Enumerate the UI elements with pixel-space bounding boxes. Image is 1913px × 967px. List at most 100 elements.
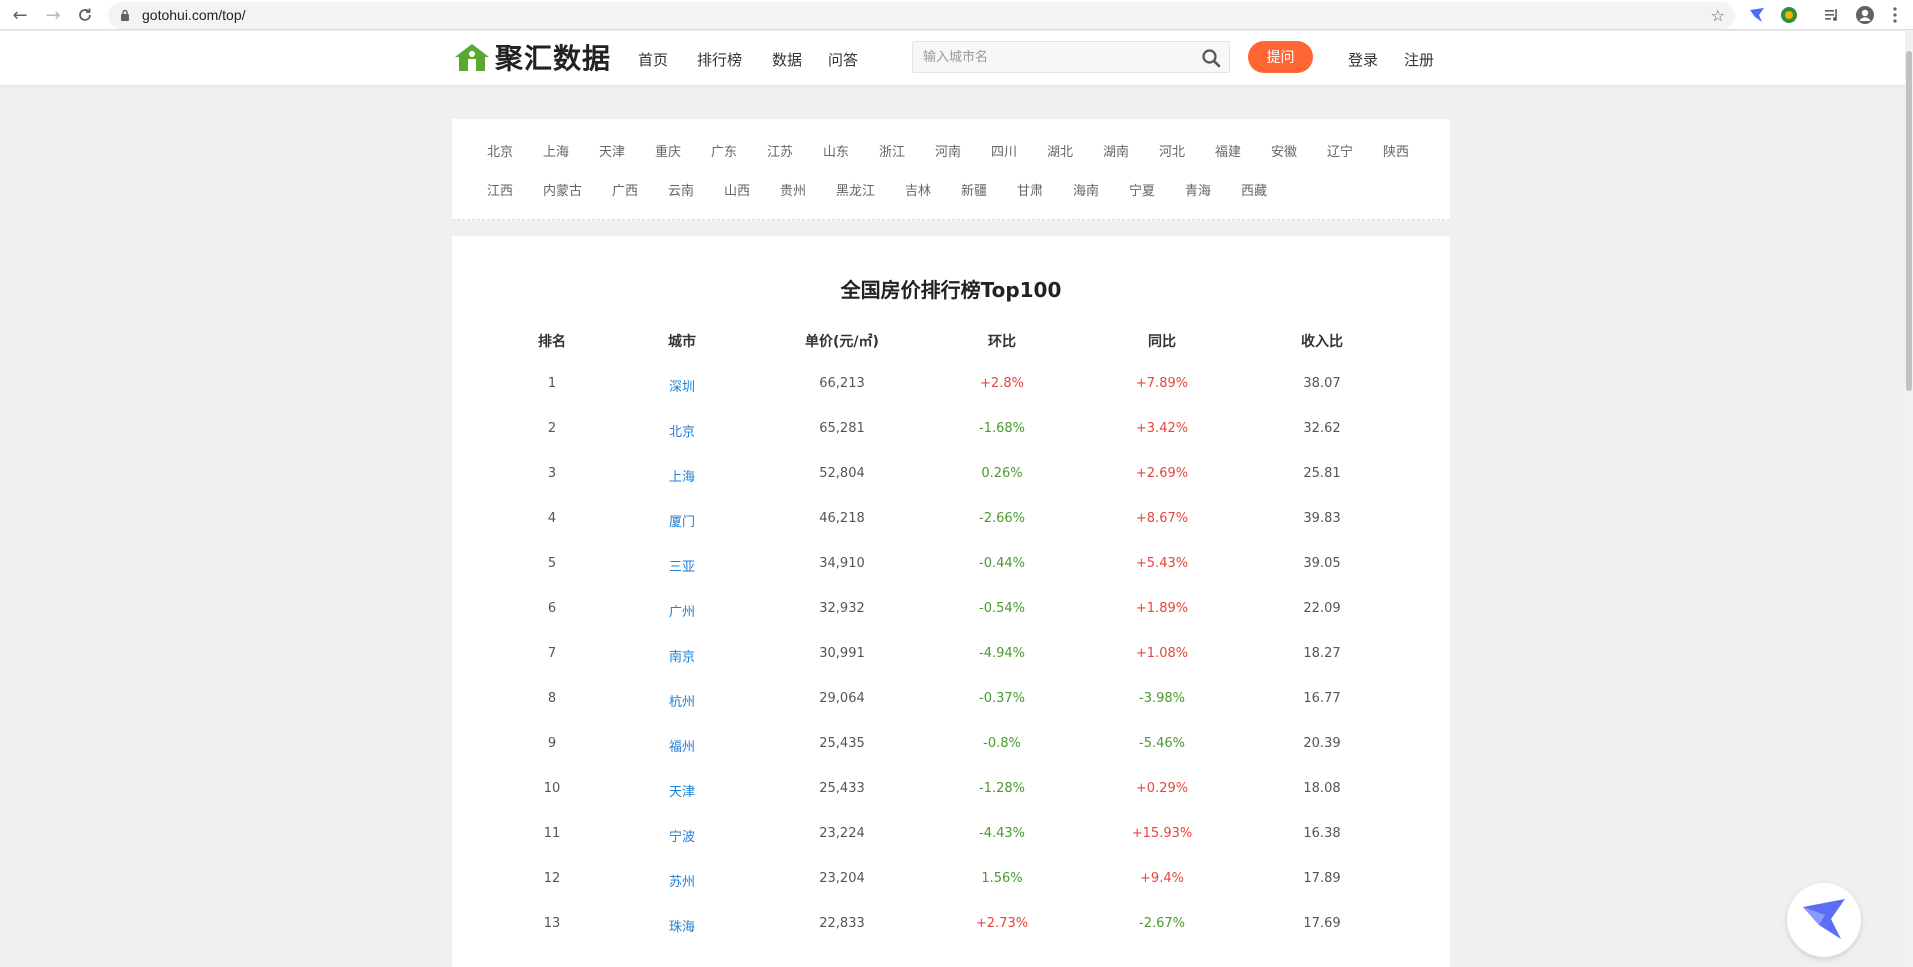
city-link[interactable]: 南京 <box>669 646 695 665</box>
floating-assistant-button[interactable] <box>1787 883 1861 957</box>
province-link[interactable]: 重庆 <box>655 141 681 160</box>
province-link[interactable]: 江苏 <box>767 141 793 160</box>
address-bar[interactable]: gotohui.com/top/ ☆ <box>108 2 1735 29</box>
login-link[interactable]: 登录 <box>1348 49 1378 70</box>
province-link[interactable]: 云南 <box>668 180 694 199</box>
province-link[interactable]: 海南 <box>1073 180 1099 199</box>
profile-avatar-icon[interactable] <box>1855 5 1875 25</box>
yoy-cell: +1.08% <box>1135 646 1189 661</box>
ask-question-button[interactable]: 提问 <box>1248 41 1313 73</box>
browser-menu-icon[interactable] <box>1885 5 1905 25</box>
province-link[interactable]: 安徽 <box>1271 141 1297 160</box>
mom-cell: -4.43% <box>979 826 1025 841</box>
nav-rankings[interactable]: 排行榜 <box>697 49 742 70</box>
mom-cell: -1.28% <box>979 781 1025 796</box>
media-queue-icon[interactable] <box>1822 5 1842 25</box>
province-link[interactable]: 黑龙江 <box>836 180 875 199</box>
province-link[interactable]: 广西 <box>612 180 638 199</box>
yoy-cell: +0.29% <box>1135 781 1189 796</box>
province-link[interactable]: 广东 <box>711 141 737 160</box>
province-link[interactable]: 湖南 <box>1103 141 1129 160</box>
city-link[interactable]: 广州 <box>669 601 695 620</box>
province-link[interactable]: 山东 <box>823 141 849 160</box>
bird-extension-icon[interactable] <box>1747 5 1767 25</box>
province-link[interactable]: 宁夏 <box>1129 180 1155 199</box>
city-link[interactable]: 珠海 <box>669 916 695 935</box>
province-link[interactable]: 四川 <box>991 141 1017 160</box>
province-link[interactable]: 湖北 <box>1047 141 1073 160</box>
yoy-cell: +9.4% <box>1140 871 1184 886</box>
city-link[interactable]: 北京 <box>669 421 695 440</box>
yoy-cell: -2.67% <box>1139 916 1185 931</box>
province-link[interactable]: 河南 <box>935 141 961 160</box>
reload-icon[interactable] <box>73 3 97 27</box>
city-link[interactable]: 上海 <box>669 466 695 485</box>
forward-icon[interactable]: → <box>41 3 65 27</box>
province-link[interactable]: 天津 <box>599 141 625 160</box>
search-icon[interactable] <box>1201 48 1221 68</box>
city-link[interactable]: 三亚 <box>669 556 695 575</box>
province-link[interactable]: 贵州 <box>780 180 806 199</box>
city-link[interactable]: 厦门 <box>669 511 695 530</box>
income-ratio-cell: 22.09 <box>1303 601 1341 616</box>
income-ratio-cell: 17.69 <box>1303 916 1341 931</box>
nav-home[interactable]: 首页 <box>638 49 668 70</box>
province-link[interactable]: 陕西 <box>1383 141 1409 160</box>
province-filter: 北京 上海 天津 重庆 广东 江苏 山东 浙江 河南 四川 湖北 湖南 河北 福… <box>452 119 1450 220</box>
income-ratio-cell: 32.62 <box>1303 421 1341 436</box>
province-link[interactable]: 上海 <box>543 141 569 160</box>
province-link[interactable]: 内蒙古 <box>543 180 582 199</box>
city-search-input[interactable] <box>923 47 1183 67</box>
mom-cell: -1.68% <box>979 421 1025 436</box>
city-link[interactable]: 深圳 <box>669 376 695 395</box>
city-link[interactable]: 天津 <box>669 781 695 800</box>
province-link[interactable]: 山西 <box>724 180 750 199</box>
province-link[interactable]: 西藏 <box>1241 180 1267 199</box>
city-link[interactable]: 宁波 <box>669 826 695 845</box>
nav-qa[interactable]: 问答 <box>828 49 858 70</box>
back-icon[interactable]: ← <box>8 3 32 27</box>
province-row-1: 北京 上海 天津 重庆 广东 江苏 山东 浙江 河南 四川 湖北 湖南 河北 福… <box>452 141 1450 161</box>
yoy-cell: +2.69% <box>1135 466 1189 481</box>
rank-cell: 9 <box>547 736 557 751</box>
province-link[interactable]: 浙江 <box>879 141 905 160</box>
price-cell: 30,991 <box>819 646 865 661</box>
bookmark-star-icon[interactable]: ☆ <box>1711 6 1725 25</box>
page-scrollbar[interactable] <box>1905 31 1913 967</box>
header-price: 单价(元/㎡) <box>805 334 879 350</box>
city-search-box <box>912 41 1230 73</box>
province-link[interactable]: 江西 <box>487 180 513 199</box>
city-link[interactable]: 福州 <box>669 736 695 755</box>
income-ratio-cell: 25.81 <box>1303 466 1341 481</box>
nav-data[interactable]: 数据 <box>772 49 802 70</box>
city-link[interactable]: 苏州 <box>669 871 695 890</box>
header-mom: 环比 <box>988 334 1016 350</box>
globe-extension-icon[interactable] <box>1779 5 1799 25</box>
province-link[interactable]: 福建 <box>1215 141 1241 160</box>
brand-name: 聚汇数据 <box>495 42 612 75</box>
province-link[interactable]: 北京 <box>487 141 513 160</box>
province-link[interactable]: 甘肃 <box>1017 180 1043 199</box>
price-cell: 29,064 <box>819 691 865 706</box>
province-link[interactable]: 青海 <box>1185 180 1211 199</box>
rank-cell: 5 <box>547 556 557 571</box>
site-logo[interactable]: 聚汇数据 <box>453 40 612 75</box>
header-yoy: 同比 <box>1148 334 1176 350</box>
price-cell: 34,910 <box>819 556 865 571</box>
rank-cell: 13 <box>543 916 561 931</box>
province-link[interactable]: 新疆 <box>961 180 987 199</box>
scrollbar-thumb[interactable] <box>1906 51 1912 391</box>
lock-icon <box>121 9 129 21</box>
rank-cell: 6 <box>547 601 557 616</box>
ranking-title: 全国房价排行榜Top100 <box>840 278 1062 302</box>
rank-cell: 10 <box>543 781 561 796</box>
mom-cell: -2.66% <box>979 511 1025 526</box>
rank-cell: 2 <box>547 421 557 436</box>
province-link[interactable]: 辽宁 <box>1327 141 1353 160</box>
price-cell: 22,833 <box>819 916 865 931</box>
province-link[interactable]: 河北 <box>1159 141 1185 160</box>
register-link[interactable]: 注册 <box>1404 49 1434 70</box>
province-link[interactable]: 吉林 <box>905 180 931 199</box>
city-link[interactable]: 杭州 <box>669 691 695 710</box>
mom-cell: -4.94% <box>979 646 1025 661</box>
